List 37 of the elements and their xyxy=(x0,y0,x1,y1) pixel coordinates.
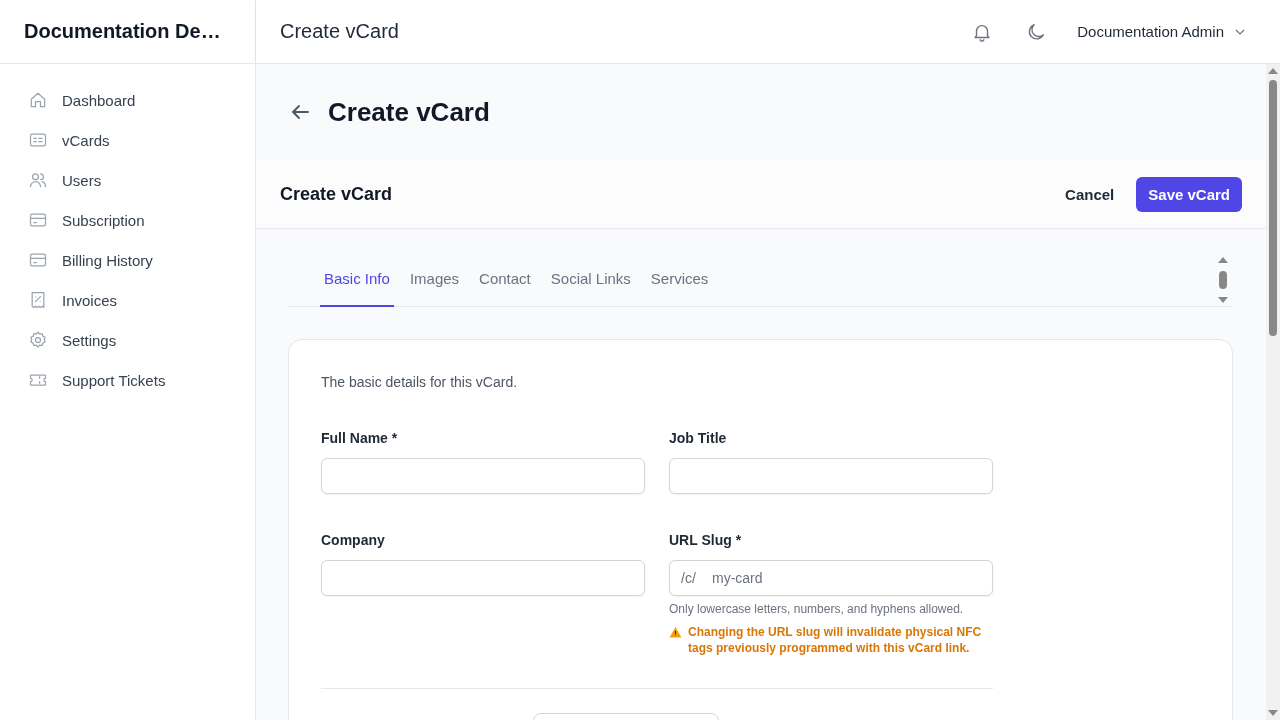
home-icon xyxy=(28,90,48,110)
sidebar-item[interactable]: Billing History xyxy=(16,246,239,274)
form-title: Create vCard xyxy=(280,183,393,205)
input-field[interactable] xyxy=(321,458,645,494)
sidebar-item[interactable]: Users xyxy=(16,166,239,194)
input-field[interactable] xyxy=(669,458,993,494)
tab[interactable]: Basic Info xyxy=(320,253,394,307)
sidebar-item[interactable]: vCards xyxy=(16,126,239,154)
tab[interactable]: Images xyxy=(405,253,464,307)
brand-name: Documentation De… xyxy=(24,20,221,43)
field-label: Company xyxy=(321,532,386,548)
scrollbar[interactable] xyxy=(1266,64,1280,720)
sidebar-item[interactable]: Settings xyxy=(16,326,239,354)
sidebar-item[interactable]: Subscription xyxy=(16,206,239,234)
sidebar-item[interactable]: Dashboard xyxy=(16,86,239,114)
input-field[interactable] xyxy=(321,560,645,596)
settings-icon xyxy=(28,330,48,350)
tab[interactable]: Services xyxy=(646,253,713,307)
tab[interactable]: Social Links xyxy=(546,253,635,307)
url-prefix: /c/ xyxy=(681,569,696,587)
sidebar-item[interactable]: Support Tickets xyxy=(16,366,239,394)
header-title: Create vCard xyxy=(280,20,399,43)
save-button[interactable]: Save vCard xyxy=(1136,176,1242,212)
cancel-button[interactable]: Cancel xyxy=(1059,176,1121,212)
sidebar-item[interactable]: Invoices xyxy=(16,286,239,314)
scrollbar[interactable] xyxy=(1217,256,1229,303)
warning-text: Changing the URL slug will invalidate physical NFC tags previously programmed with this vCard link. xyxy=(688,624,983,656)
field-label: Full Name * xyxy=(321,430,399,446)
section-description: The basic details for this vCard. xyxy=(321,374,519,390)
warning-icon xyxy=(669,626,682,639)
user-menu[interactable]: Documentation Admin xyxy=(1077,23,1248,40)
tab[interactable]: Contact xyxy=(475,253,535,307)
users-icon xyxy=(28,170,48,190)
hint-text: Only lowercase letters, numbers, and hyphens allowed. xyxy=(669,602,965,616)
field-label: URL Slug * xyxy=(669,532,743,548)
field-label: Job Title xyxy=(669,430,728,446)
page-title: Create vCard xyxy=(328,96,490,128)
